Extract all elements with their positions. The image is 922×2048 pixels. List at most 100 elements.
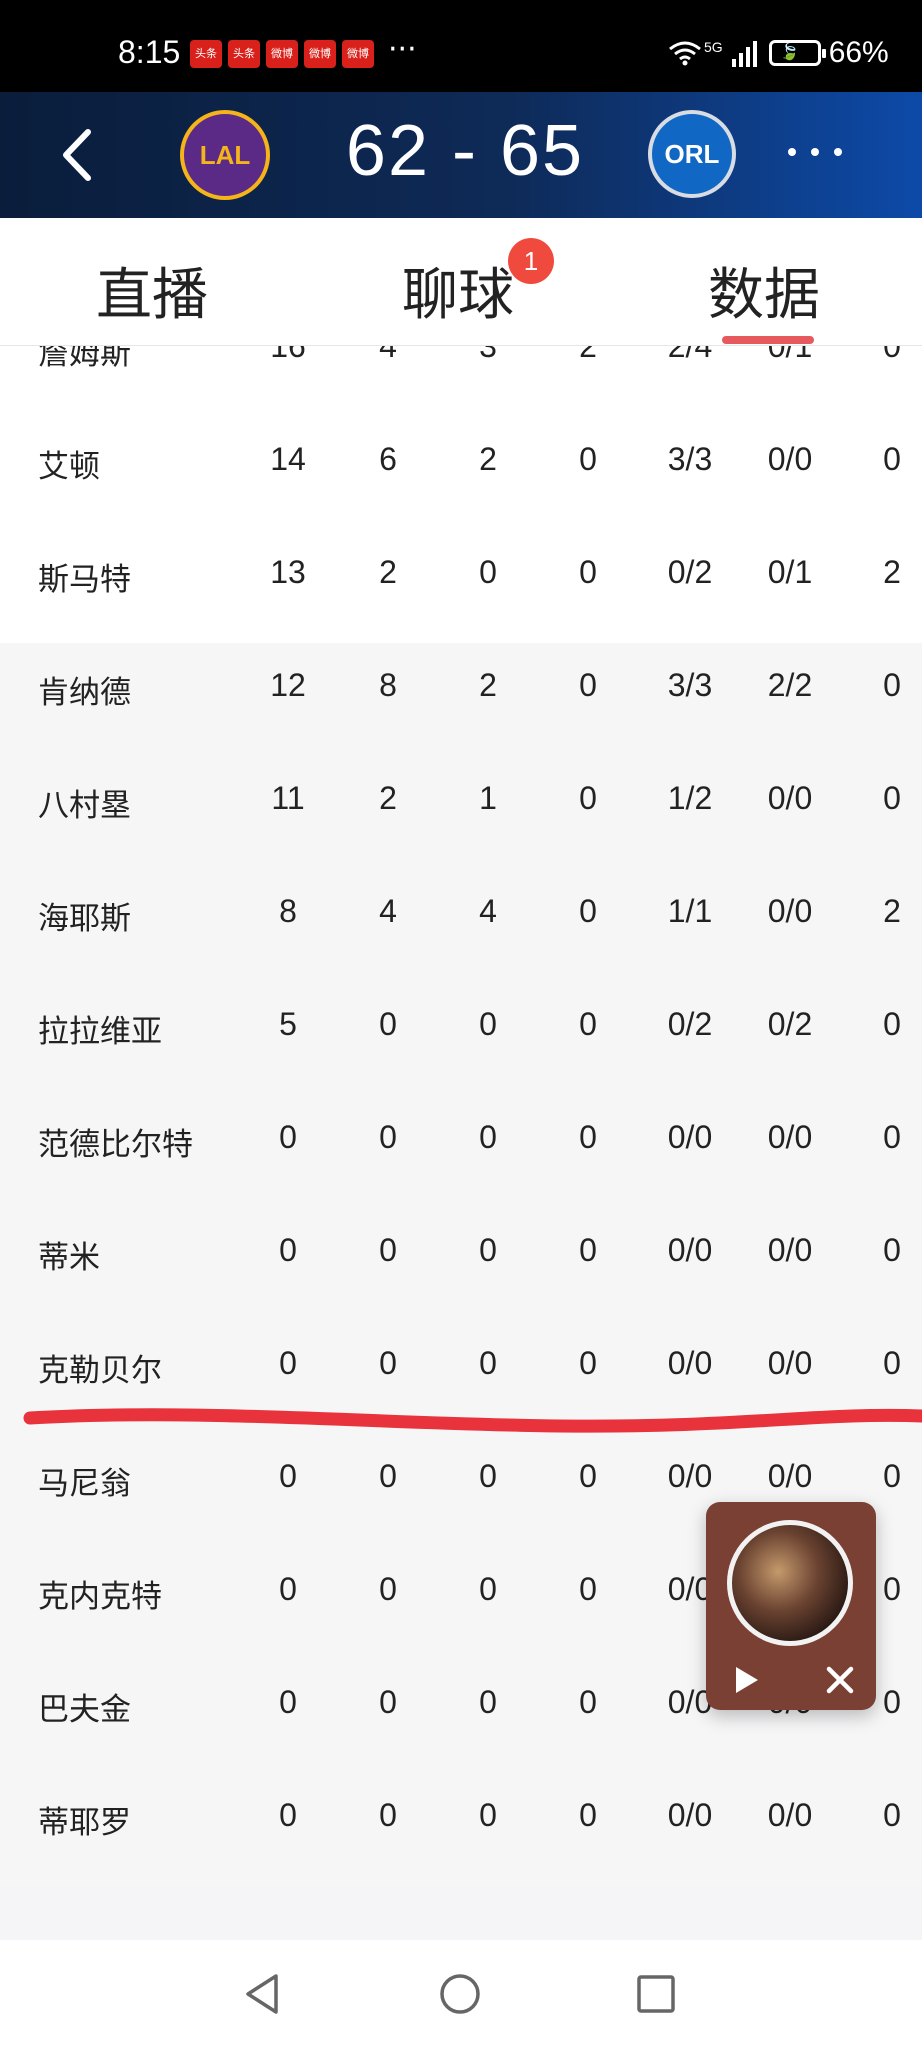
stat-cell: 0 [883, 1797, 901, 1833]
square-recent-icon[interactable] [630, 1968, 682, 2020]
stat-cell: 0 [579, 667, 597, 703]
triangle-back-icon[interactable] [238, 1968, 290, 2020]
table-row[interactable]: 詹姆斯 16 4 3 2 2/4 0/1 0 [0, 346, 922, 417]
player-name: 詹姆斯 [38, 346, 131, 372]
stat-cell: 2 [379, 554, 397, 590]
player-name: 拉拉维亚 [38, 1014, 162, 1050]
stat-cell: 0/0 [767, 1119, 813, 1155]
stat-cell: 0 [279, 1797, 297, 1833]
table-row[interactable]: 八村塁 11 2 1 0 1/2 0/0 0 [0, 756, 922, 869]
stat-cell: 0 [579, 1345, 597, 1381]
stat-cell: 16 [270, 346, 306, 364]
stat-cell: 0 [279, 1571, 297, 1607]
stat-cell: 0/1 [767, 346, 813, 364]
stat-cell: 0 [479, 1006, 497, 1042]
table-row[interactable]: 克勒贝尔 0 0 0 0 0/0 0/0 0 [0, 1321, 922, 1434]
stat-cell: 0 [279, 1684, 297, 1720]
home-team-abbr: LAL [199, 139, 251, 170]
stat-cell: 0 [579, 1458, 597, 1494]
stat-cell: 2 [883, 554, 901, 590]
stat-cell: 2 [479, 667, 497, 703]
more-dots-icon[interactable] [780, 132, 850, 172]
stat-cell: 0 [883, 667, 901, 703]
player-name: 巴夫金 [38, 1692, 131, 1728]
player-name: 肯纳德 [38, 675, 131, 711]
table-row[interactable]: 拉拉维亚 5 0 0 0 0/2 0/2 0 [0, 982, 922, 1095]
player-name: 范德比尔特 [38, 1127, 193, 1163]
stat-cell: 8 [279, 893, 297, 929]
stat-cell: 0 [883, 1345, 901, 1381]
table-row[interactable]: 艾顿 14 6 2 0 3/3 0/0 0 [0, 417, 922, 530]
network-type-label: 5G [704, 39, 723, 55]
battery-percent: 66% [828, 36, 889, 69]
away-team-abbr: ORL [664, 138, 720, 169]
player-name: 蒂米 [38, 1240, 100, 1276]
stat-cell: 0 [379, 1797, 397, 1833]
stat-cell: 0 [379, 1571, 397, 1607]
floating-mini-player[interactable] [706, 1502, 876, 1710]
weibo-icon: 微博 [342, 40, 374, 68]
active-tab-indicator [722, 336, 814, 344]
stat-cell: 0 [579, 1571, 597, 1607]
stat-cell: 3/3 [667, 667, 713, 703]
more-notifications-icon: ··· [388, 32, 417, 67]
signal-icon [731, 41, 757, 67]
player-name: 海耶斯 [38, 901, 131, 937]
stat-cell: 0/0 [667, 1232, 713, 1268]
player-name: 克勒贝尔 [38, 1353, 162, 1389]
stat-cell: 8 [379, 667, 397, 703]
player-name: 克内克特 [38, 1579, 162, 1615]
stat-cell: 0 [579, 441, 597, 477]
stat-cell: 2 [479, 441, 497, 477]
stat-cell: 0 [579, 554, 597, 590]
battery-icon: 🍃 [768, 40, 826, 66]
stat-cell: 0 [379, 1232, 397, 1268]
stat-cell: 0 [379, 1119, 397, 1155]
table-row[interactable]: 肯纳德 12 8 2 0 3/3 2/2 0 [0, 643, 922, 756]
weibo-icon: 微博 [304, 40, 336, 68]
play-icon[interactable] [728, 1662, 764, 1698]
stat-cell: 0 [579, 780, 597, 816]
tab-stats[interactable]: 数据 [708, 250, 820, 331]
wifi-icon [669, 41, 701, 66]
stat-cell: 0 [479, 1797, 497, 1833]
stat-cell: 1 [479, 780, 497, 816]
stat-cell: 0 [379, 1684, 397, 1720]
close-icon[interactable] [822, 1662, 858, 1698]
table-row[interactable]: 海耶斯 8 4 4 0 1/1 0/0 2 [0, 869, 922, 982]
away-team-logo[interactable]: ORL [648, 110, 736, 198]
stat-cell: 0 [379, 1006, 397, 1042]
weibo-icon: 微博 [266, 40, 298, 68]
table-row[interactable]: 蒂耶罗 0 0 0 0 0/0 0/0 0 [0, 1773, 922, 1886]
stat-cell: 1/2 [667, 780, 713, 816]
home-team-logo[interactable]: LAL [180, 110, 270, 200]
stat-cell: 0/0 [667, 1345, 713, 1381]
table-row[interactable]: 斯马特 13 2 0 0 0/2 0/1 2 [0, 530, 922, 643]
back-button[interactable] [50, 120, 110, 190]
circle-home-icon[interactable] [434, 1968, 486, 2020]
stat-cell: 3 [479, 346, 497, 364]
status-bar: 8:15 头条 头条 微博 微博 微博 ··· 5G 🍃 66% [0, 0, 922, 92]
table-row[interactable]: 蒂米 0 0 0 0 0/0 0/0 0 [0, 1208, 922, 1321]
stat-cell: 0 [479, 1458, 497, 1494]
stat-cell: 0 [379, 1458, 397, 1494]
stat-cell: 0 [479, 1232, 497, 1268]
system-nav-bar [0, 1940, 922, 2048]
tab-chat[interactable]: 聊球 [402, 250, 514, 331]
stat-cell: 0 [579, 893, 597, 929]
album-cover-disc[interactable] [727, 1520, 853, 1646]
stat-cell: 0/0 [767, 1232, 813, 1268]
notification-icons: 头条 头条 微博 微博 微博 [190, 40, 374, 68]
stat-cell: 0 [579, 1684, 597, 1720]
stat-cell: 1/1 [667, 893, 713, 929]
stat-cell: 0/0 [667, 1797, 713, 1833]
player-name: 八村塁 [38, 788, 131, 824]
tab-live[interactable]: 直播 [96, 250, 208, 331]
stat-cell: 0/0 [767, 441, 813, 477]
table-row[interactable]: 范德比尔特 0 0 0 0 0/0 0/0 0 [0, 1095, 922, 1208]
stat-cell: 0 [479, 554, 497, 590]
stat-cell: 0/0 [767, 1458, 813, 1494]
stat-cell: 6 [379, 441, 397, 477]
stat-cell: 2/2 [767, 667, 813, 703]
stat-cell: 0 [883, 1232, 901, 1268]
